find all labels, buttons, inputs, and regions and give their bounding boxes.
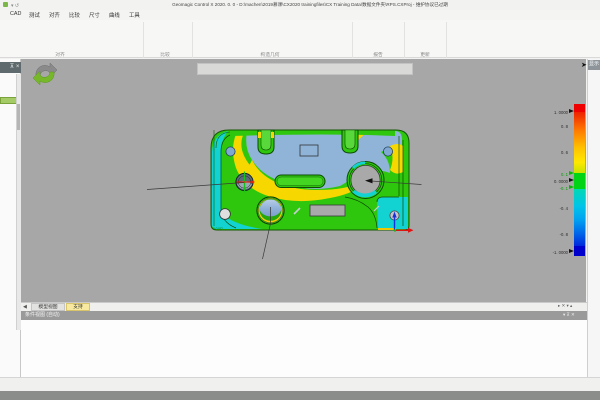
svg-text:0.0182: 0.0182 xyxy=(213,227,223,231)
